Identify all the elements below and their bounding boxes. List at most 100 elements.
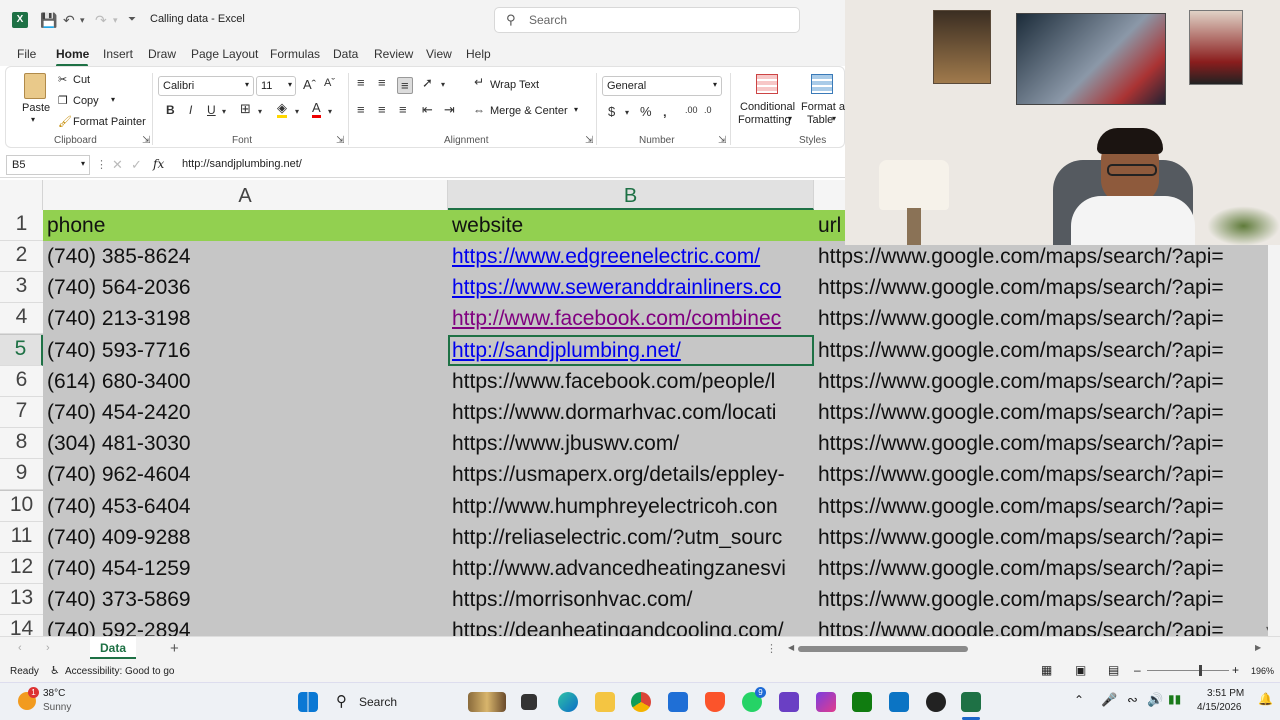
save-icon[interactable]: 💾 — [40, 12, 57, 29]
website-cell[interactable]: http://reliaselectric.com/?utm_sourc — [448, 522, 814, 553]
url-cell[interactable]: https://www.google.com/maps/search/?api= — [814, 272, 1266, 303]
font-family-select[interactable]: Calibri ▾ — [158, 76, 254, 96]
align-bottom-icon[interactable]: ≡ — [397, 77, 413, 94]
borders-icon[interactable]: ⊞ — [240, 101, 251, 117]
url-cell[interactable]: https://www.google.com/maps/search/?api= — [814, 303, 1266, 334]
more-icon[interactable]: ⋮ — [766, 642, 777, 655]
url-cell[interactable]: https://www.google.com/maps/search/?api= — [814, 335, 1266, 366]
website-cell[interactable]: https://www.seweranddrainliners.co — [448, 272, 814, 303]
undo-dropdown-icon[interactable]: ▾ — [80, 15, 85, 26]
horizontal-scrollbar[interactable] — [798, 646, 968, 652]
phone-cell[interactable]: (740) 454-2420 — [43, 397, 448, 428]
phone-cell[interactable]: (740) 592-2894 — [43, 615, 448, 636]
number-launcher-icon[interactable]: ⇲ — [718, 135, 726, 146]
paste-dropdown-icon[interactable]: ▾ — [31, 115, 35, 124]
url-cell[interactable]: https://www.google.com/maps/search/?api= — [814, 553, 1266, 584]
page-break-view-icon[interactable]: ▤ — [1108, 663, 1119, 677]
url-cell[interactable]: https://www.google.com/maps/search/?api= — [814, 428, 1266, 459]
battery-icon[interactable]: ▮▮ — [1168, 692, 1181, 706]
row-header[interactable]: 6 — [0, 366, 43, 397]
website-cell[interactable]: https://deanheatingandcooling.com/ — [448, 615, 814, 636]
tab-formulas[interactable]: Formulas — [270, 47, 320, 61]
row-header[interactable]: 4 — [0, 303, 43, 334]
url-cell[interactable]: https://www.google.com/maps/search/?api= — [814, 491, 1266, 522]
copy-button[interactable]: Copy — [73, 95, 99, 107]
url-cell[interactable]: https://www.google.com/maps/search/?api= — [814, 459, 1266, 490]
selected-cell-website[interactable]: http://sandjplumbing.net/ — [448, 335, 814, 366]
format-table-dropdown-icon[interactable]: ▾ — [832, 114, 836, 123]
website-cell[interactable]: https://usmaperx.org/details/eppley- — [448, 459, 814, 490]
phone-cell[interactable]: (740) 385-8624 — [43, 241, 448, 272]
underline-dropdown-icon[interactable]: ▾ — [222, 107, 226, 116]
row-header[interactable]: 9 — [0, 459, 43, 490]
microphone-icon[interactable]: 🎤 — [1101, 692, 1117, 708]
taskbar-search[interactable]: Search — [359, 695, 397, 709]
zoom-in-icon[interactable]: + — [1232, 663, 1239, 677]
row-header[interactable]: 8 — [0, 428, 43, 459]
prev-sheet-icon[interactable]: ‹ — [18, 642, 22, 654]
tab-insert[interactable]: Insert — [103, 47, 133, 61]
clock-date[interactable]: 4/15/2026 — [1197, 702, 1242, 713]
borders-dropdown-icon[interactable]: ▾ — [258, 107, 262, 116]
align-middle-icon[interactable]: ≡ — [378, 75, 386, 90]
zoom-slider[interactable] — [1147, 670, 1229, 671]
phone-cell[interactable]: (740) 409-9288 — [43, 522, 448, 553]
alignment-launcher-icon[interactable]: ⇲ — [585, 135, 593, 146]
task-view-icon[interactable] — [521, 694, 537, 710]
zoom-level[interactable]: 196% — [1251, 666, 1274, 676]
tab-page-layout[interactable]: Page Layout — [191, 47, 258, 61]
row-header[interactable]: 11 — [0, 522, 43, 553]
paste-icon[interactable] — [24, 73, 46, 99]
zoom-slider-thumb[interactable] — [1199, 665, 1202, 676]
website-cell[interactable]: http://www.advancedheatingzanesvi — [448, 553, 814, 584]
phone-cell[interactable]: (740) 213-3198 — [43, 303, 448, 334]
weather-temp[interactable]: 38°C — [43, 688, 65, 699]
tab-view[interactable]: View — [426, 47, 452, 61]
tab-review[interactable]: Review — [374, 47, 413, 61]
name-box[interactable]: B5 ▾ — [6, 155, 90, 175]
align-left-icon[interactable]: ≡ — [357, 102, 365, 117]
volume-icon[interactable]: 🔊 — [1147, 692, 1163, 708]
phone-cell[interactable]: (740) 962-4604 — [43, 459, 448, 490]
conditional-dropdown-icon[interactable]: ▾ — [788, 114, 792, 123]
copy-dropdown-icon[interactable]: ▾ — [111, 95, 115, 104]
website-cell[interactable]: https://morrisonhvac.com/ — [448, 584, 814, 615]
wrap-text-button[interactable]: Wrap Text — [490, 79, 539, 91]
align-center-icon[interactable]: ≡ — [378, 102, 386, 117]
increase-font-icon[interactable]: Aˆ — [303, 77, 316, 92]
decrease-decimal-icon[interactable]: .0 — [704, 105, 712, 115]
scroll-left-icon[interactable]: ◀ — [788, 643, 794, 652]
chrome-icon[interactable] — [631, 692, 651, 712]
format-painter-button[interactable]: Format Painter — [73, 116, 146, 128]
currency-dropdown-icon[interactable]: ▾ — [625, 108, 629, 117]
conditional-formatting-label-1[interactable]: Conditional — [740, 101, 795, 113]
tab-draw[interactable]: Draw — [148, 47, 176, 61]
recorder-icon[interactable] — [926, 692, 946, 712]
column-header-b[interactable]: B — [448, 180, 814, 210]
italic-button[interactable]: I — [189, 103, 192, 117]
row-header[interactable]: 7 — [0, 397, 43, 428]
website-cell[interactable]: http://www.humphreyelectricoh.con — [448, 491, 814, 522]
phone-cell[interactable]: (740) 373-5869 — [43, 584, 448, 615]
undo-icon[interactable]: ↶ — [63, 12, 75, 29]
underline-button[interactable]: U — [207, 103, 216, 117]
website-cell[interactable]: https://www.dormarhvac.com/locati — [448, 397, 814, 428]
website-cell[interactable]: http://www.facebook.com/combinec — [448, 303, 814, 334]
phone-cell[interactable]: (740) 453-6404 — [43, 491, 448, 522]
zoom-out-icon[interactable]: – — [1134, 663, 1141, 677]
orientation-icon[interactable]: ➚ — [422, 75, 433, 91]
align-right-icon[interactable]: ≡ — [399, 102, 407, 117]
increase-indent-icon[interactable]: ⇥ — [444, 102, 455, 118]
scroll-right-icon[interactable]: ▶ — [1255, 643, 1261, 652]
tab-help[interactable]: Help — [466, 47, 491, 61]
merge-center-button[interactable]: Merge & Center — [490, 105, 568, 117]
page-layout-view-icon[interactable]: ▣ — [1075, 663, 1086, 677]
url-cell[interactable]: https://www.google.com/maps/search/?api= — [814, 241, 1266, 272]
website-cell[interactable]: https://www.facebook.com/people/l — [448, 366, 814, 397]
add-sheet-button[interactable]: + — [170, 640, 179, 657]
accessibility-status[interactable]: Accessibility: Good to go — [65, 666, 175, 677]
font-size-select[interactable]: 11 ▾ — [256, 76, 296, 96]
weather-condition[interactable]: Sunny — [43, 702, 71, 713]
format-as-table-label-1[interactable]: Format as — [801, 101, 851, 113]
chevron-up-icon[interactable]: ⌃ — [1074, 693, 1084, 707]
